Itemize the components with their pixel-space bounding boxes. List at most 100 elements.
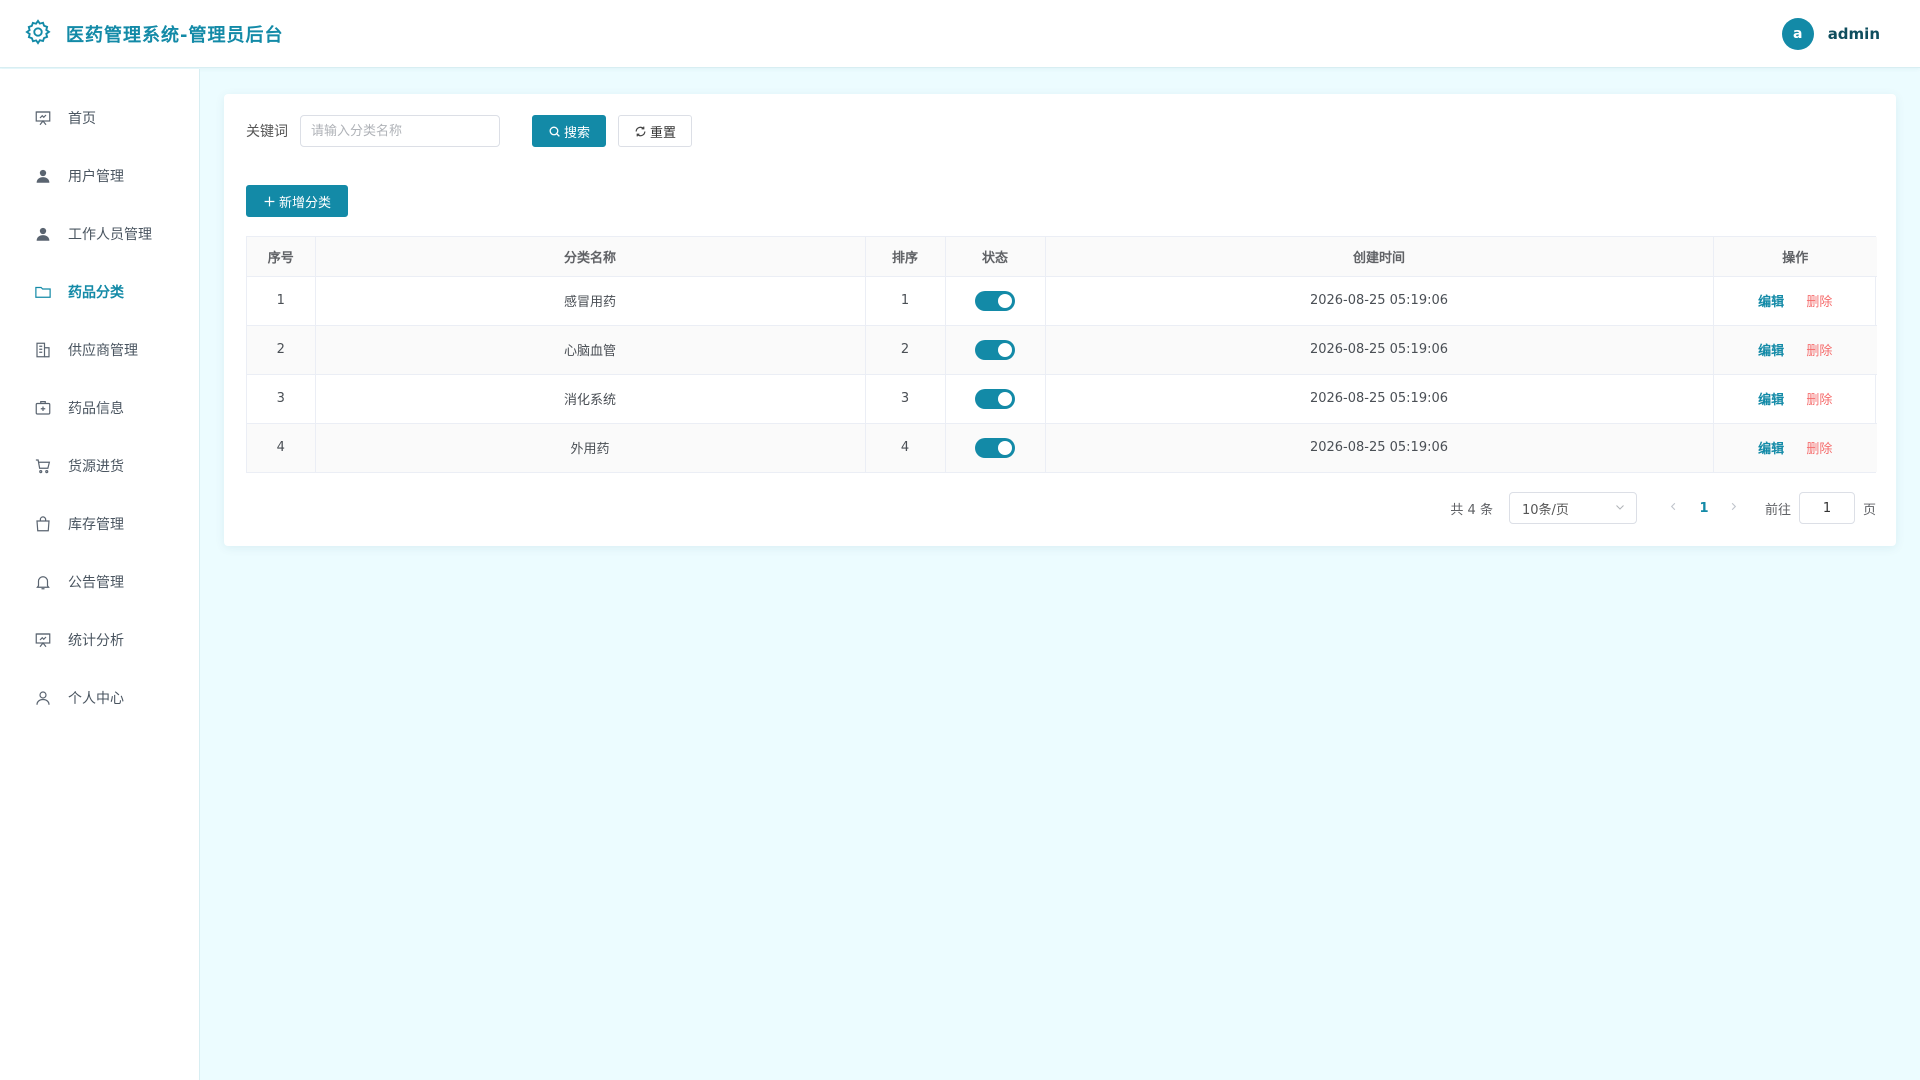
sidebar-item-purchase[interactable]: 货源进货 [0, 437, 199, 495]
delete-button[interactable]: 删除 [1806, 393, 1832, 408]
delete-button[interactable]: 删除 [1806, 295, 1832, 310]
edit-button[interactable]: 编辑 [1758, 393, 1784, 408]
keyword-label: 关键词 [246, 124, 288, 140]
add-category-button[interactable]: 新增分类 [246, 185, 348, 217]
status-toggle[interactable] [975, 388, 1015, 409]
medicine-box-icon [34, 399, 52, 417]
page-size-select[interactable]: 10条/页 [1508, 492, 1637, 524]
sidebar-item-label: 货源进货 [68, 459, 124, 475]
app-title: 医药管理系统-管理员后台 [66, 24, 284, 46]
edit-button[interactable]: 编辑 [1758, 344, 1784, 359]
sidebar-item-announcements[interactable]: 公告管理 [0, 553, 199, 611]
main-card: 关键词 搜索 重置 新增分类 序号 [224, 94, 1896, 546]
username[interactable]: admin [1828, 25, 1880, 43]
column-header-sort: 排序 [865, 237, 946, 277]
sidebar: 首页 用户管理 工作人员管理 药品分类 供应商管理 药品信息 货源进货 库存管理… [0, 69, 200, 1080]
table-row: 2 心脑血管 2 2026-08-25 05:19:06 编辑 删除 [247, 325, 1877, 375]
edit-button[interactable]: 编辑 [1758, 442, 1784, 457]
presentation-icon [34, 109, 52, 127]
page-size-value: 10条/页 [1521, 502, 1569, 518]
cell-name: 外用药 [315, 423, 866, 472]
user-menu[interactable]: a admin [1781, 18, 1880, 50]
total-count: 共 4 条 [1450, 502, 1493, 518]
goto-page-input[interactable] [1798, 492, 1855, 524]
search-button[interactable]: 搜索 [532, 115, 606, 147]
column-header-name: 分类名称 [315, 237, 866, 277]
user-icon [34, 167, 52, 185]
sidebar-item-drug-category[interactable]: 药品分类 [0, 263, 199, 321]
cell-status [945, 325, 1046, 375]
status-toggle[interactable] [975, 339, 1015, 360]
keyword-input[interactable] [300, 115, 500, 147]
sidebar-item-label: 工作人员管理 [68, 227, 152, 243]
cell-name: 消化系统 [315, 374, 866, 424]
reset-button[interactable]: 重置 [618, 115, 692, 147]
cell-index: 4 [247, 423, 316, 472]
sidebar-item-label: 供应商管理 [68, 343, 138, 359]
cell-name: 感冒用药 [315, 276, 866, 326]
search-button-label: 搜索 [563, 125, 590, 141]
cell-sort: 3 [865, 374, 946, 424]
cell-actions: 编辑 删除 [1713, 325, 1877, 375]
sidebar-item-suppliers[interactable]: 供应商管理 [0, 321, 199, 379]
page-number[interactable]: 1 [1689, 501, 1719, 516]
cell-actions: 编辑 删除 [1713, 374, 1877, 424]
sidebar-item-label: 库存管理 [68, 517, 124, 533]
sidebar-item-home[interactable]: 首页 [0, 89, 199, 147]
plus-icon [263, 195, 276, 208]
reset-button-label: 重置 [649, 125, 676, 141]
avatar[interactable]: a [1781, 18, 1814, 50]
delete-button[interactable]: 删除 [1806, 344, 1832, 359]
cell-status [945, 423, 1046, 472]
prev-page-button[interactable] [1659, 501, 1689, 516]
delete-button[interactable]: 删除 [1806, 442, 1832, 457]
pagination: 共 4 条 10条/页 1 前往 页 [1450, 492, 1876, 524]
search-bar: 关键词 搜索 重置 [246, 115, 692, 147]
cell-created: 2026-08-25 05:19:06 [1045, 423, 1714, 472]
sidebar-item-profile[interactable]: 个人中心 [0, 669, 199, 727]
status-toggle[interactable] [975, 437, 1015, 458]
app-logo: 医药管理系统-管理员后台 [24, 18, 283, 50]
table-header: 序号 分类名称 排序 状态 创建时间 操作 [247, 237, 1877, 277]
category-table: 序号 分类名称 排序 状态 创建时间 操作 1 感冒用药 1 2026-08-2… [246, 236, 1877, 473]
sidebar-item-label: 药品分类 [68, 285, 124, 301]
sidebar-item-users[interactable]: 用户管理 [0, 147, 199, 205]
user-outline-icon [34, 689, 52, 707]
cell-actions: 编辑 删除 [1713, 423, 1877, 472]
sidebar-item-drug-info[interactable]: 药品信息 [0, 379, 199, 437]
bell-icon [34, 573, 52, 591]
table-row: 4 外用药 4 2026-08-25 05:19:06 编辑 删除 [247, 423, 1877, 472]
cell-created: 2026-08-25 05:19:06 [1045, 374, 1714, 424]
user-icon [34, 225, 52, 243]
sidebar-item-label: 统计分析 [68, 633, 124, 649]
sidebar-item-label: 公告管理 [68, 575, 124, 591]
chevron-left-icon [1671, 502, 1676, 510]
cell-index: 2 [247, 325, 316, 375]
sidebar-item-statistics[interactable]: 统计分析 [0, 611, 199, 669]
shopping-bag-icon [34, 515, 52, 533]
cell-actions: 编辑 删除 [1713, 276, 1877, 326]
column-header-status: 状态 [945, 237, 1046, 277]
cell-sort: 2 [865, 325, 946, 375]
edit-button[interactable]: 编辑 [1758, 295, 1784, 310]
top-header: 医药管理系统-管理员后台 a admin [0, 0, 1920, 68]
cell-name: 心脑血管 [315, 325, 866, 375]
chevron-down-icon [1614, 501, 1626, 517]
cell-status [945, 276, 1046, 326]
cell-created: 2026-08-25 05:19:06 [1045, 276, 1714, 326]
table-row: 3 消化系统 3 2026-08-25 05:19:06 编辑 删除 [247, 374, 1877, 424]
gear-icon [24, 18, 52, 50]
sidebar-item-inventory[interactable]: 库存管理 [0, 495, 199, 553]
add-category-label: 新增分类 [278, 195, 331, 211]
table-row: 1 感冒用药 1 2026-08-25 05:19:06 编辑 删除 [247, 276, 1877, 326]
sidebar-item-staff[interactable]: 工作人员管理 [0, 205, 199, 263]
sidebar-item-label: 个人中心 [68, 691, 124, 707]
building-icon [34, 341, 52, 359]
chevron-right-icon [1732, 502, 1737, 510]
sidebar-item-label: 用户管理 [68, 169, 124, 185]
status-toggle[interactable] [975, 290, 1015, 311]
cell-index: 3 [247, 374, 316, 424]
next-page-button[interactable] [1719, 501, 1749, 516]
cell-sort: 4 [865, 423, 946, 472]
presentation-icon [34, 631, 52, 649]
